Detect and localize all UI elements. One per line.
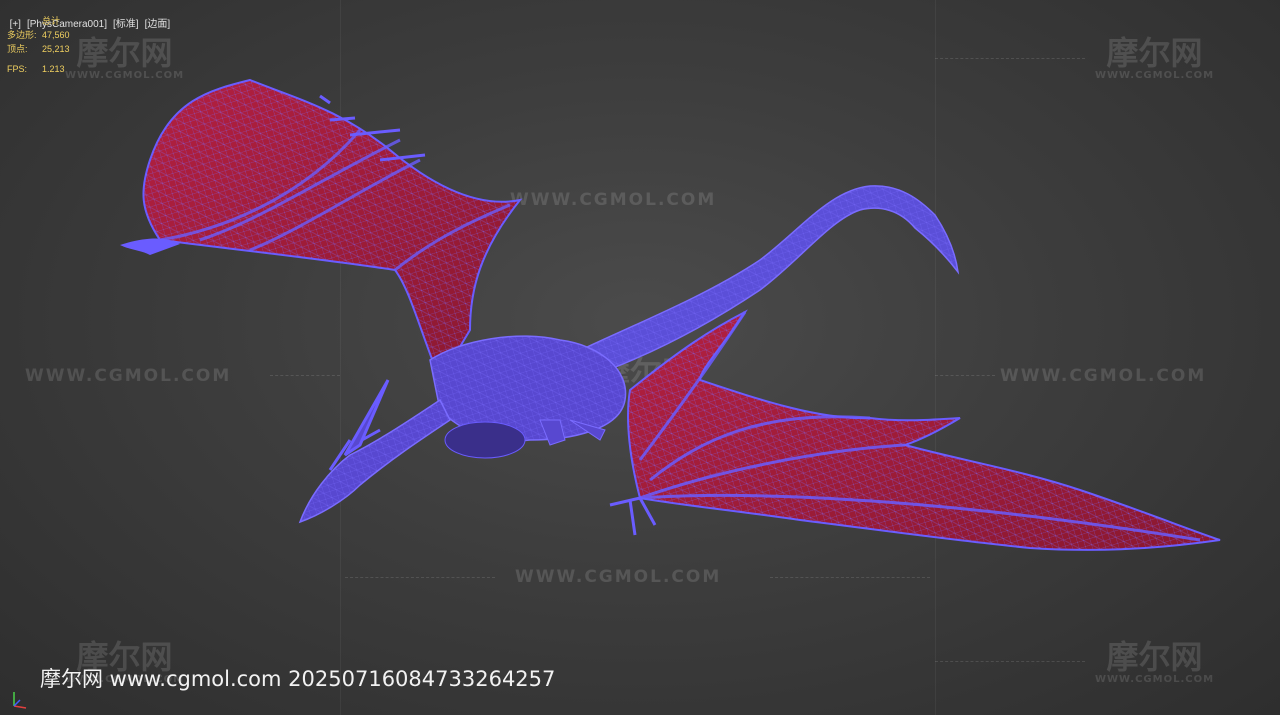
dragon-head (298, 379, 451, 524)
stats-total-label: 总计 (42, 16, 61, 26)
viewport-display-menu[interactable]: [边面] (145, 19, 171, 30)
right-wing (609, 309, 1221, 551)
bottom-watermark-text: 摩尔网 www.cgmol.com 2025071608473326425​7 (40, 667, 556, 691)
poly-label: 多边形: (7, 30, 37, 40)
dragon-wireframe-model[interactable] (0, 0, 1280, 715)
viewport-shading-menu[interactable]: [标准] (113, 19, 139, 30)
stats-overlay: 总计 多边形: 47,560 顶点: 25,213 FPS: 1.213 (7, 14, 70, 76)
dragon-body (429, 335, 627, 459)
vert-label: 顶点: (7, 44, 28, 54)
left-wing (120, 78, 523, 383)
axis-gizmo-icon (13, 692, 27, 709)
dragon-tail (558, 185, 960, 381)
fps-value: 1.213 (42, 64, 65, 74)
fps-label: FPS: (7, 64, 28, 74)
vert-value: 25,213 (42, 44, 70, 54)
poly-value: 47,560 (42, 30, 70, 40)
